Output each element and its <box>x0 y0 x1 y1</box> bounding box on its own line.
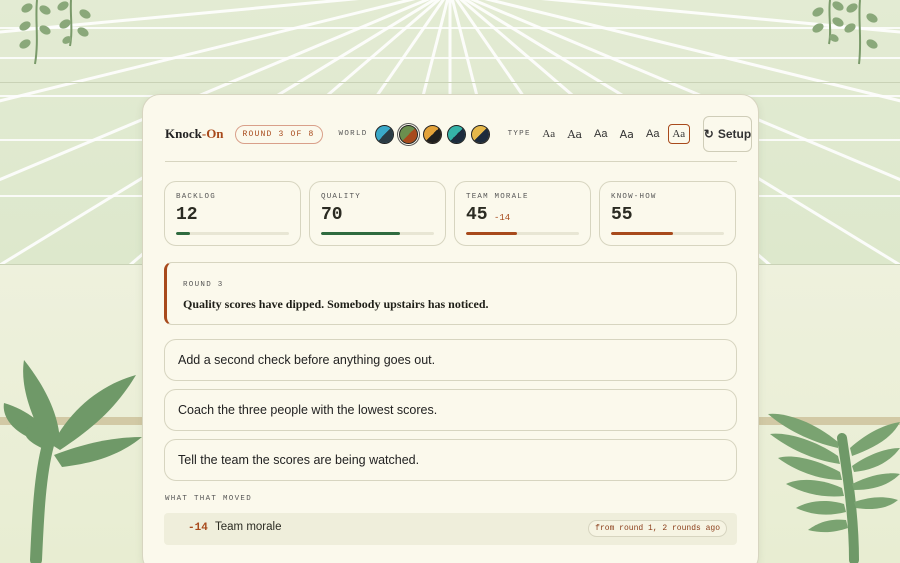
setup-button-label: Setup <box>717 127 752 141</box>
stat-bar <box>176 232 289 235</box>
effect-origin-badge: from round 1, 2 rounds ago <box>588 520 727 537</box>
stat-label: QUALITY <box>321 193 361 201</box>
world-swatch-teal-navy[interactable] <box>446 124 466 144</box>
moved-section-label: WHAT THAT MOVED <box>165 495 253 503</box>
round-badge: ROUND 3 OF 8 <box>234 124 323 144</box>
stat-bar <box>321 232 434 235</box>
stat-bar-fill <box>611 232 674 235</box>
stat-bar-fill <box>176 232 190 235</box>
game-card: Knock-On ROUND 3 OF 8 WORLD TYPE Aa Aa Aa A… <box>142 94 759 563</box>
type-label: TYPE <box>507 130 531 138</box>
palm-plant-left-icon <box>3 360 142 563</box>
stat-label: TEAM MORALE <box>466 193 529 201</box>
world-swatch-olive-rust[interactable] <box>398 124 418 144</box>
swatch-split <box>447 125 465 143</box>
type-option-2[interactable]: Aa <box>564 124 586 144</box>
vine-left-icon <box>19 0 91 65</box>
stat-label: BACKLOG <box>176 193 216 201</box>
swatch-split <box>375 125 393 143</box>
event-round-label: ROUND 3 <box>183 281 224 289</box>
header-divider <box>165 161 737 162</box>
stat-value: 45 <box>466 205 488 225</box>
stat-card-know-how: KNOW-HOW 55 <box>599 181 736 246</box>
effect-delta: -14 <box>188 522 208 534</box>
stat-value: 70 <box>321 205 343 225</box>
choice-button[interactable]: Tell the team the scores are being watch… <box>164 439 737 481</box>
swatch-split <box>423 125 441 143</box>
setup-button[interactable]: ↻ Setup <box>702 116 753 152</box>
world-swatch-sky-teal[interactable] <box>374 124 394 144</box>
world-swatch-gold-navy[interactable] <box>470 124 490 144</box>
choice-button[interactable]: Coach the three people with the lowest s… <box>164 389 737 431</box>
type-option-group: Aa Aa Aa Aa Aa Aa <box>538 124 694 144</box>
type-option-5[interactable]: Aa <box>642 124 664 144</box>
moved-effect-row: -14 Team morale from round 1, 2 rounds a… <box>164 513 737 545</box>
stat-value: 55 <box>611 205 633 225</box>
stat-bar-fill <box>466 232 517 235</box>
type-option-3[interactable]: Aa <box>590 124 612 144</box>
type-option-1[interactable]: Aa <box>538 124 560 144</box>
stat-bar <box>466 232 579 235</box>
stat-value: 12 <box>176 205 198 225</box>
stat-label: KNOW-HOW <box>611 193 657 201</box>
stat-bar-fill <box>321 232 401 235</box>
choice-button[interactable]: Add a second check before anything goes … <box>164 339 737 381</box>
event-panel: ROUND 3 Quality scores have dipped. Some… <box>164 262 737 325</box>
swatch-split <box>471 125 489 143</box>
vine-right-icon <box>812 0 878 65</box>
stat-delta: -14 <box>494 213 511 223</box>
refresh-icon: ↻ <box>703 127 714 141</box>
toolbar: Knock-On ROUND 3 OF 8 WORLD TYPE Aa Aa Aa A… <box>165 115 753 153</box>
event-message: Quality scores have dipped. Somebody ups… <box>183 297 489 311</box>
swatch-split <box>399 125 417 143</box>
type-option-6[interactable]: Aa <box>667 124 690 144</box>
stat-card-quality: QUALITY 70 <box>309 181 446 246</box>
stat-card-team-morale: TEAM MORALE 45 -14 <box>454 181 591 246</box>
type-option-4[interactable]: Aa <box>616 124 638 144</box>
world-swatch-group <box>374 124 495 144</box>
horizon-line <box>0 82 900 83</box>
stat-bar <box>611 232 724 235</box>
world-swatch-amber-black[interactable] <box>422 124 442 144</box>
app-title: Knock-On <box>165 126 224 141</box>
world-label: WORLD <box>338 130 368 138</box>
fern-plant-right-icon <box>768 413 900 563</box>
stat-card-backlog: BACKLOG 12 <box>164 181 301 246</box>
effect-name: Team morale <box>215 521 282 533</box>
